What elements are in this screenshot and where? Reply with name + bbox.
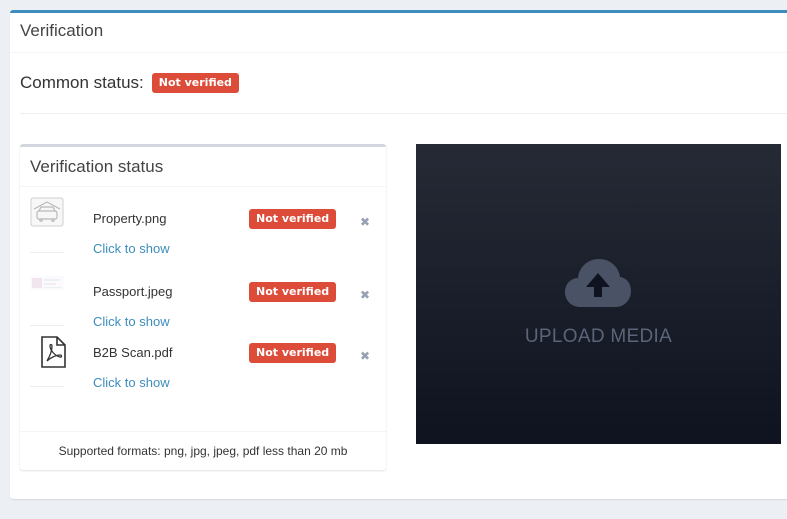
panel-title: Verification xyxy=(10,13,787,53)
footer-divider xyxy=(20,431,386,432)
cloud-upload-icon xyxy=(564,257,632,314)
common-status-row: Common status: Not verified xyxy=(20,73,239,93)
upload-media-dropzone[interactable]: UPLOAD MEDIA xyxy=(416,144,781,444)
click-to-show-link[interactable]: Click to show xyxy=(93,314,170,329)
car-thumbnail[interactable] xyxy=(30,197,64,227)
verification-panel: Verification Common status: Not verified… xyxy=(10,10,787,499)
thumb-divider xyxy=(30,252,64,253)
file-item-pdf: B2B Scan.pdf Click to show Not verified … xyxy=(20,331,386,391)
upload-media-label: UPLOAD MEDIA xyxy=(524,326,673,347)
status-box-title: Verification status xyxy=(20,147,386,187)
passport-thumbnail[interactable] xyxy=(30,274,64,294)
remove-file-icon[interactable]: ✖ xyxy=(360,215,370,229)
remove-file-icon[interactable]: ✖ xyxy=(360,288,370,302)
click-to-show-link[interactable]: Click to show xyxy=(93,375,170,390)
remove-file-icon[interactable]: ✖ xyxy=(360,349,370,363)
pdf-icon[interactable] xyxy=(38,336,68,368)
file-item-property: Property.png Click to show Not verified … xyxy=(20,197,386,257)
common-status-label: Common status: xyxy=(20,73,144,92)
file-name: Property.png xyxy=(93,211,167,226)
supported-formats-note: Supported formats: png, jpg, jpeg, pdf l… xyxy=(58,444,348,458)
file-status-badge: Not verified xyxy=(249,343,337,363)
thumb-divider xyxy=(30,325,64,326)
thumb-divider xyxy=(30,386,64,387)
file-status-badge: Not verified xyxy=(249,209,337,229)
verification-status-box: Verification status Property.png Click t… xyxy=(20,144,386,470)
file-status-badge: Not verified xyxy=(249,282,337,302)
common-status-badge: Not verified xyxy=(151,73,239,93)
file-item-passport: Passport.jpeg Click to show Not verified… xyxy=(20,270,386,330)
click-to-show-link[interactable]: Click to show xyxy=(93,241,170,256)
file-name: Passport.jpeg xyxy=(93,284,173,299)
divider xyxy=(20,113,787,114)
file-name: B2B Scan.pdf xyxy=(93,345,173,360)
